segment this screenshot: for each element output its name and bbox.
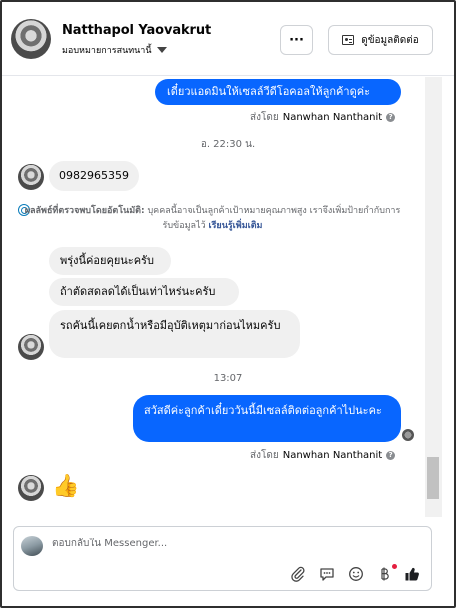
smiley-icon bbox=[349, 567, 363, 581]
scrollbar-track[interactable] bbox=[425, 77, 442, 517]
message-list[interactable]: เดี๋ยวแอดมินให้เซลล์วีดีโอคอลให้ลูกค้าดู… bbox=[2, 77, 454, 517]
reply-composer bbox=[13, 526, 432, 591]
thumbs-up-message[interactable]: 👍 bbox=[52, 475, 79, 499]
conversation-header: Natthapol Yaovakrut มอบหมายการสนทนานี้ ·… bbox=[2, 2, 454, 76]
paperclip-icon bbox=[291, 566, 305, 582]
emoji-button[interactable] bbox=[347, 565, 365, 583]
message-text: สวัสดีค่ะลูกค้าเดี๋ยววันนี้มีเซลล์ติดต่อ… bbox=[144, 404, 382, 417]
attach-button[interactable] bbox=[289, 565, 307, 583]
contact-avatar-small bbox=[18, 164, 44, 190]
scrollbar-thumb[interactable] bbox=[427, 457, 439, 499]
sent-by-label: ส่งโดย bbox=[250, 112, 279, 123]
reply-input[interactable] bbox=[52, 538, 352, 549]
chat-bubble-icon bbox=[320, 568, 334, 581]
message-text: รถคันนี้เคยตกน้ำหรือมีอุบัติเหตุมาก่อนไห… bbox=[60, 319, 281, 332]
assign-conversation-dropdown[interactable]: มอบหมายการสนทนานี้ bbox=[62, 43, 167, 57]
message-text: เดี๋ยวแอดมินให้เซลล์วีดีโอคอลให้ลูกค้าดู… bbox=[167, 85, 370, 98]
conversation-panel: Natthapol Yaovakrut มอบหมายการสนทนานี้ ·… bbox=[0, 0, 456, 608]
auto-detected-note: ผลลัพธ์ที่ตรวจพบโดยอัตโนมัติ: บุคคลนี้อา… bbox=[20, 204, 405, 234]
saved-reply-button[interactable] bbox=[318, 565, 336, 583]
contact-avatar-small bbox=[18, 475, 44, 501]
auto-detected-label: ผลลัพธ์ที่ตรวจพบโดยอัตโนมัติ: bbox=[24, 206, 145, 216]
incoming-message[interactable]: ถ้าตัดสดลดได้เป็นเท่าไหร่นะครับ bbox=[49, 278, 239, 306]
sent-by-label: ส่งโดย bbox=[250, 450, 279, 461]
notification-dot bbox=[392, 564, 397, 569]
contact-avatar[interactable] bbox=[11, 19, 51, 59]
message-text: 0982965359 bbox=[59, 169, 129, 182]
sent-by-name: Nanwhan Nanthanit bbox=[282, 112, 383, 123]
timestamp: อ. 22:30 น. bbox=[200, 139, 256, 150]
auto-detected-text: บุคคลนี้อาจเป็นลูกค้าเป้าหมายคุณภาพสูง เ… bbox=[147, 206, 401, 231]
more-options-button[interactable]: ··· bbox=[280, 25, 313, 55]
assign-label: มอบหมายการสนทนานี้ bbox=[62, 46, 152, 56]
sent-by-line: ส่งโดย Nanwhan Nanthanit ? bbox=[250, 448, 396, 463]
message-text: ถ้าตัดสดลดได้เป็นเท่าไหร่นะครับ bbox=[60, 285, 216, 298]
sent-by-name: Nanwhan Nanthanit bbox=[282, 450, 383, 461]
caret-down-icon bbox=[156, 47, 167, 53]
incoming-message[interactable]: พรุ่งนี้ค่อยคุยนะครับ bbox=[49, 247, 171, 275]
thumbs-up-icon bbox=[405, 567, 419, 581]
view-contact-label: ดูข้อมูลติดต่อ bbox=[361, 34, 419, 46]
view-contact-button[interactable]: ดูข้อมูลติดต่อ bbox=[328, 25, 433, 55]
sent-by-line: ส่งโดย Nanwhan Nanthanit ? bbox=[250, 110, 396, 125]
send-like-button[interactable] bbox=[403, 565, 421, 583]
timestamp: 13:07 bbox=[213, 373, 243, 384]
outgoing-message[interactable]: เดี๋ยวแอดมินให้เซลล์วีดีโอคอลให้ลูกค้าดู… bbox=[155, 79, 401, 105]
info-icon[interactable]: ? bbox=[386, 113, 396, 122]
contact-name[interactable]: Natthapol Yaovakrut bbox=[62, 23, 211, 38]
learn-more-link[interactable]: เรียนรู้เพิ่มเติม bbox=[209, 221, 263, 231]
contact-avatar-small bbox=[18, 334, 44, 360]
seen-avatar-icon bbox=[402, 429, 414, 441]
message-text: พรุ่งนี้ค่อยคุยนะครับ bbox=[60, 254, 154, 267]
contact-card-icon bbox=[342, 35, 355, 45]
incoming-message[interactable]: รถคันนี้เคยตกน้ำหรือมีอุบัติเหตุมาก่อนไห… bbox=[49, 310, 300, 358]
outgoing-message[interactable]: สวัสดีค่ะลูกค้าเดี๋ยววันนี้มีเซลล์ติดต่อ… bbox=[133, 395, 401, 442]
payment-button[interactable] bbox=[375, 565, 393, 583]
baht-icon bbox=[381, 567, 389, 581]
page-avatar bbox=[21, 536, 43, 556]
incoming-message[interactable]: 0982965359 bbox=[49, 161, 139, 191]
info-icon[interactable]: ? bbox=[386, 451, 396, 460]
